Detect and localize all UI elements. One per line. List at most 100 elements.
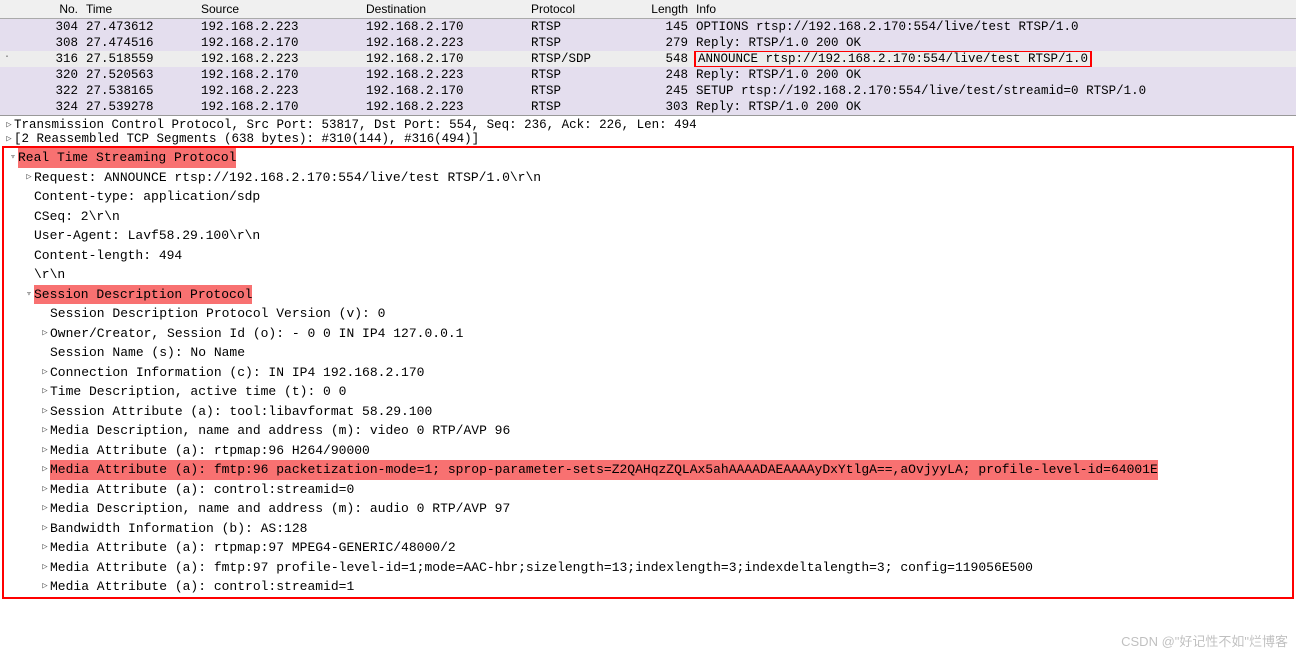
packet-row[interactable]: 30427.473612192.168.2.223192.168.2.170RT… bbox=[0, 19, 1296, 35]
cell-len: 303 bbox=[622, 99, 692, 115]
tree-line[interactable]: ▷ Transmission Control Protocol, Src Por… bbox=[4, 118, 1296, 132]
cell-src: 192.168.2.170 bbox=[197, 35, 362, 51]
tree-line[interactable]: ▷Time Description, active time (t): 0 0 bbox=[4, 382, 1292, 402]
tree-text: Request: ANNOUNCE rtsp://192.168.2.170:5… bbox=[34, 168, 541, 188]
cell-len: 548 bbox=[622, 51, 692, 67]
tree-toggle-icon[interactable]: ▷ bbox=[40, 522, 50, 536]
tree-line[interactable]: ▿Real Time Streaming Protocol bbox=[4, 148, 1292, 168]
cell-no: 320 bbox=[12, 67, 82, 83]
tree-line[interactable]: ▷Request: ANNOUNCE rtsp://192.168.2.170:… bbox=[4, 168, 1292, 188]
tree-line[interactable]: Content-length: 494 bbox=[4, 246, 1292, 266]
tree-toggle-icon[interactable]: ▷ bbox=[40, 580, 50, 594]
cell-no: 308 bbox=[12, 35, 82, 51]
packet-row[interactable]: 30827.474516192.168.2.170192.168.2.223RT… bbox=[0, 35, 1296, 51]
tree-line[interactable]: ▷Media Attribute (a): fmtp:97 profile-le… bbox=[4, 558, 1292, 578]
tree-toggle-icon[interactable]: ▷ bbox=[40, 561, 50, 575]
cell-dst: 192.168.2.223 bbox=[362, 99, 527, 115]
tree-line[interactable]: Session Name (s): No Name bbox=[4, 343, 1292, 363]
tree-line[interactable]: ▷Media Description, name and address (m)… bbox=[4, 421, 1292, 441]
tree-line[interactable]: ▷ [2 Reassembled TCP Segments (638 bytes… bbox=[4, 132, 1296, 146]
tree-toggle-icon[interactable]: ▷ bbox=[40, 483, 50, 497]
tree-line[interactable]: ▷Media Attribute (a): control:streamid=1 bbox=[4, 577, 1292, 597]
tree-text: Media Attribute (a): fmtp:97 profile-lev… bbox=[50, 558, 1033, 578]
cell-src: 192.168.2.223 bbox=[197, 19, 362, 35]
packet-list: No. Time Source Destination Protocol Len… bbox=[0, 0, 1296, 116]
tree-toggle-icon[interactable]: ▷ bbox=[40, 424, 50, 438]
tree-toggle-icon[interactable]: ▷ bbox=[40, 327, 50, 341]
col-header-no[interactable]: No. bbox=[12, 1, 82, 17]
tree-line[interactable]: ▷Connection Information (c): IN IP4 192.… bbox=[4, 363, 1292, 383]
col-header-protocol[interactable]: Protocol bbox=[527, 1, 622, 17]
tree-line[interactable]: CSeq: 2\r\n bbox=[4, 207, 1292, 227]
cell-time: 27.520563 bbox=[82, 67, 197, 83]
tree-toggle-icon[interactable]: ▷ bbox=[24, 171, 34, 185]
cell-proto: RTSP bbox=[527, 83, 622, 99]
tree-text: Media Attribute (a): fmtp:96 packetizati… bbox=[50, 460, 1158, 480]
tree-text: Connection Information (c): IN IP4 192.1… bbox=[50, 363, 424, 383]
cell-no: 304 bbox=[12, 19, 82, 35]
tree-text: CSeq: 2\r\n bbox=[34, 207, 120, 227]
tree-toggle-icon[interactable]: ▿ bbox=[8, 151, 18, 165]
cell-dst: 192.168.2.170 bbox=[362, 51, 527, 67]
cell-proto: RTSP/SDP bbox=[527, 51, 622, 67]
cell-src: 192.168.2.223 bbox=[197, 51, 362, 67]
tree-text: Session Description Protocol bbox=[34, 285, 252, 305]
packet-header: No. Time Source Destination Protocol Len… bbox=[0, 0, 1296, 19]
tree-text: Real Time Streaming Protocol bbox=[18, 148, 236, 168]
packet-row[interactable]: 32027.520563192.168.2.170192.168.2.223RT… bbox=[0, 67, 1296, 83]
cell-info: Reply: RTSP/1.0 200 OK bbox=[692, 35, 1296, 51]
cell-dst: 192.168.2.223 bbox=[362, 35, 527, 51]
tree-line[interactable]: ▷Bandwidth Information (b): AS:128 bbox=[4, 519, 1292, 539]
cell-time: 27.473612 bbox=[82, 19, 197, 35]
tree-toggle-icon[interactable]: ▷ bbox=[40, 405, 50, 419]
cell-len: 245 bbox=[622, 83, 692, 99]
tree-line[interactable]: User-Agent: Lavf58.29.100\r\n bbox=[4, 226, 1292, 246]
tree-toggle-icon[interactable]: ▷ bbox=[4, 120, 14, 130]
tree-line[interactable]: ▷Owner/Creator, Session Id (o): - 0 0 IN… bbox=[4, 324, 1292, 344]
tree-line[interactable]: ▷Session Attribute (a): tool:libavformat… bbox=[4, 402, 1292, 422]
cell-info: Reply: RTSP/1.0 200 OK bbox=[692, 67, 1296, 83]
col-header-destination[interactable]: Destination bbox=[362, 1, 527, 17]
tree-line[interactable]: ▷Media Attribute (a): rtpmap:97 MPEG4-GE… bbox=[4, 538, 1292, 558]
detail-pre: ▷ Transmission Control Protocol, Src Por… bbox=[0, 118, 1296, 146]
tree-line[interactable]: ▷Media Description, name and address (m)… bbox=[4, 499, 1292, 519]
tree-text: Media Attribute (a): control:streamid=0 bbox=[50, 480, 354, 500]
cell-time: 27.518559 bbox=[82, 51, 197, 67]
tree-text: Content-type: application/sdp bbox=[34, 187, 260, 207]
col-header-source[interactable]: Source bbox=[197, 1, 362, 17]
detail-tree: ▿Real Time Streaming Protocol▷Request: A… bbox=[2, 146, 1294, 599]
tree-toggle-icon[interactable]: ▷ bbox=[40, 444, 50, 458]
tree-toggle-icon[interactable]: ▷ bbox=[40, 502, 50, 516]
packet-row[interactable]: 32227.538165192.168.2.223192.168.2.170RT… bbox=[0, 83, 1296, 99]
tree-toggle-icon[interactable]: ▿ bbox=[24, 288, 34, 302]
cell-proto: RTSP bbox=[527, 99, 622, 115]
tree-line[interactable]: ▿Session Description Protocol bbox=[4, 285, 1292, 305]
cell-info: Reply: RTSP/1.0 200 OK bbox=[692, 99, 1296, 115]
tree-text: Time Description, active time (t): 0 0 bbox=[50, 382, 346, 402]
cell-dst: 192.168.2.170 bbox=[362, 19, 527, 35]
cell-time: 27.474516 bbox=[82, 35, 197, 51]
tree-line[interactable]: Content-type: application/sdp bbox=[4, 187, 1292, 207]
tree-line[interactable]: ▷Media Attribute (a): control:streamid=0 bbox=[4, 480, 1292, 500]
packet-row[interactable]: 32427.539278192.168.2.170192.168.2.223RT… bbox=[0, 99, 1296, 115]
tree-toggle-icon[interactable]: ▷ bbox=[40, 385, 50, 399]
tree-toggle-icon[interactable]: ▷ bbox=[4, 134, 14, 144]
cell-src: 192.168.2.170 bbox=[197, 99, 362, 115]
col-header-info[interactable]: Info bbox=[692, 1, 1296, 17]
tree-line[interactable]: ▷Media Attribute (a): fmtp:96 packetizat… bbox=[4, 460, 1292, 480]
tree-line[interactable]: \r\n bbox=[4, 265, 1292, 285]
packet-row[interactable]: ·31627.518559192.168.2.223192.168.2.170R… bbox=[0, 51, 1296, 67]
col-header-length[interactable]: Length bbox=[622, 1, 692, 17]
watermark: CSDN @"好记性不如"烂博客 bbox=[1121, 631, 1288, 650]
tree-text: Owner/Creator, Session Id (o): - 0 0 IN … bbox=[50, 324, 463, 344]
tree-toggle-icon[interactable]: ▷ bbox=[40, 366, 50, 380]
cell-proto: RTSP bbox=[527, 35, 622, 51]
tree-toggle-icon[interactable]: ▷ bbox=[40, 541, 50, 555]
tree-text: Session Description Protocol Version (v)… bbox=[50, 304, 385, 324]
col-header-time[interactable]: Time bbox=[82, 1, 197, 17]
tree-toggle-icon[interactable]: ▷ bbox=[40, 463, 50, 477]
cell-no: 316 bbox=[12, 51, 82, 67]
cell-dst: 192.168.2.170 bbox=[362, 83, 527, 99]
tree-line[interactable]: ▷Media Attribute (a): rtpmap:96 H264/900… bbox=[4, 441, 1292, 461]
tree-line[interactable]: Session Description Protocol Version (v)… bbox=[4, 304, 1292, 324]
